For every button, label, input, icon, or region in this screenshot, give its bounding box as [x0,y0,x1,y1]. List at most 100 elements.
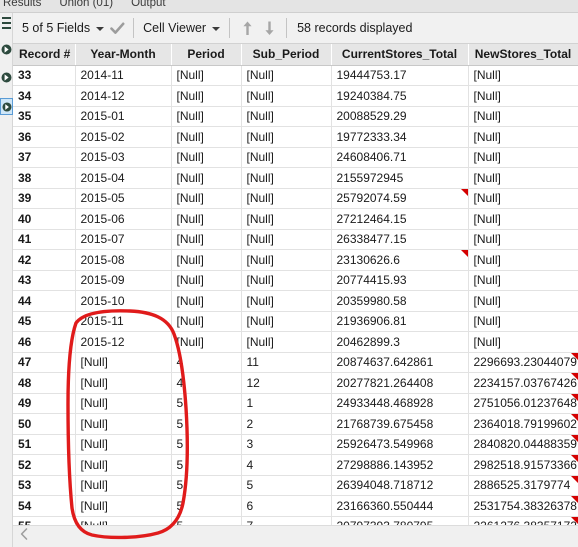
cell-sub_period[interactable]: 3 [241,434,332,455]
cell-period[interactable]: 5 [171,495,242,517]
cell-current_total[interactable]: 26338477.15 [331,229,469,250]
cell-new_total[interactable]: [Null] [468,229,578,250]
table-row[interactable]: 43 2015-09 [Null] [Null] 20774415.93 [Null] [13,270,578,291]
table-row[interactable]: 50 [Null] 5 2 21768739.675458 2364018.7919960… [13,413,578,435]
chevron-right-icon[interactable] [0,41,13,58]
row-number-cell[interactable]: 37 [13,147,76,168]
row-number-cell[interactable]: 38 [13,167,76,189]
cell-sub_period[interactable]: [Null] [241,126,332,148]
cell-current_total[interactable]: 19772333.34 [331,126,469,148]
cell-current_total[interactable]: 20088529.29 [331,106,469,127]
cell-new_total[interactable]: [Null] [468,126,578,148]
tab-union-01[interactable]: Union (01) [50,0,122,12]
cell-sub_period[interactable]: [Null] [241,311,332,332]
arrow-down-icon[interactable] [258,13,280,43]
cell-year_month[interactable]: [Null] [75,475,172,496]
cell-period[interactable]: [Null] [171,188,242,209]
cell-period[interactable]: 5 [171,475,242,496]
cell-year_month[interactable]: 2015-11 [75,311,172,332]
row-number-cell[interactable]: 35 [13,106,76,127]
cell-period[interactable]: [Null] [171,65,242,86]
hamburger-icon[interactable] [2,17,11,33]
cell-current_total[interactable]: 27298886.143952 [331,454,469,476]
data-grid[interactable]: Record # Year-Month Period Sub_Period Cu… [13,44,578,547]
cell-sub_period[interactable]: [Null] [241,65,332,86]
row-number-cell[interactable]: 53 [13,475,76,496]
cell-sub_period[interactable]: [Null] [241,85,332,107]
cell-period[interactable]: [Null] [171,270,242,291]
table-row[interactable]: 51 [Null] 5 3 25926473.549968 2840820.0448835… [13,434,578,455]
cell-sub_period[interactable]: 1 [241,393,332,414]
cell-year_month[interactable]: [Null] [75,495,172,517]
cell-new_total[interactable]: 2886525.3179774 [468,475,578,496]
cell-year_month[interactable]: 2015-06 [75,208,172,230]
row-number-cell[interactable]: 36 [13,126,76,148]
cell-current_total[interactable]: 21768739.675458 [331,413,469,435]
cell-current_total[interactable]: 25792074.59 [331,188,469,209]
cell-period[interactable]: [Null] [171,85,242,107]
cell-new_total[interactable]: [Null] [468,208,578,230]
cell-year_month[interactable]: 2015-09 [75,270,172,291]
cell-period[interactable]: 4 [171,352,242,373]
cell-new_total[interactable]: 2751056.01237648 [468,393,578,414]
cell-new_total[interactable]: [Null] [468,106,578,127]
cell-period[interactable]: 5 [171,393,242,414]
chevron-left-icon[interactable] [18,527,31,546]
table-row[interactable]: 54 [Null] 5 6 23166360.550444 2531754.3832637… [13,495,578,517]
cell-sub_period[interactable]: 2 [241,413,332,435]
tab-results[interactable]: Results [0,0,50,12]
row-number-cell[interactable]: 44 [13,290,76,312]
cell-year_month[interactable]: 2015-10 [75,290,172,312]
table-row[interactable]: 48 [Null] 4 12 20277821.264408 2234157.037674… [13,372,578,394]
cell-new_total[interactable]: 2531754.38326378 [468,495,578,517]
cell-current_total[interactable]: 26394048.718712 [331,475,469,496]
cell-sub_period[interactable]: 12 [241,372,332,394]
row-number-cell[interactable]: 43 [13,270,76,291]
cell-year_month[interactable]: [Null] [75,393,172,414]
row-number-cell[interactable]: 52 [13,454,76,476]
row-number-cell[interactable]: 51 [13,434,76,455]
table-row[interactable]: 33 2014-11 [Null] [Null] 19444753.17 [Null] [13,65,578,86]
fields-selector[interactable]: 5 of 5 Fields [19,13,107,43]
cell-period[interactable]: [Null] [171,126,242,148]
cell-year_month[interactable]: [Null] [75,454,172,476]
cell-period[interactable]: 5 [171,454,242,476]
cell-current_total[interactable]: 19444753.17 [331,65,469,86]
column-header-record[interactable]: Record # [13,44,76,66]
cell-period[interactable]: [Null] [171,290,242,312]
cell-current_total[interactable]: 23166360.550444 [331,495,469,517]
row-number-cell[interactable]: 46 [13,331,76,353]
table-row[interactable]: 46 2015-12 [Null] [Null] 20462899.3 [Null] [13,331,578,353]
table-row[interactable]: 52 [Null] 5 4 27298886.143952 2982518.9157336… [13,454,578,476]
table-row[interactable]: 36 2015-02 [Null] [Null] 19772333.34 [Null] [13,126,578,148]
cell-sub_period[interactable]: 5 [241,475,332,496]
table-row[interactable]: 39 2015-05 [Null] [Null] 25792074.59 [Null] [13,188,578,209]
cell-year_month[interactable]: 2015-05 [75,188,172,209]
row-number-cell[interactable]: 50 [13,413,76,435]
cell-new_total[interactable]: [Null] [468,167,578,189]
cell-period[interactable]: [Null] [171,106,242,127]
table-row[interactable]: 49 [Null] 5 1 24933448.468928 2751056.0123764… [13,393,578,414]
tab-output[interactable]: Output [122,0,175,12]
chevron-down-icon[interactable] [93,13,107,43]
cell-sub_period[interactable]: [Null] [241,229,332,250]
cell-new_total[interactable]: 2296693.23044079 [468,352,578,373]
table-row[interactable]: 37 2015-03 [Null] [Null] 24608406.71 [Null] [13,147,578,168]
cell-period[interactable]: 5 [171,413,242,435]
table-row[interactable]: 44 2015-10 [Null] [Null] 20359980.58 [Null] [13,290,578,312]
cell-year_month[interactable]: 2015-03 [75,147,172,168]
cell-new_total[interactable]: [Null] [468,311,578,332]
cell-sub_period[interactable]: [Null] [241,106,332,127]
cell-sub_period[interactable]: [Null] [241,331,332,353]
cell-period[interactable]: [Null] [171,311,242,332]
cell-new_total[interactable]: 2982518.91573366 [468,454,578,476]
table-row[interactable]: 42 2015-08 [Null] [Null] 23130626.6 [Null] [13,249,578,271]
row-number-cell[interactable]: 33 [13,65,76,86]
cell-new_total[interactable]: [Null] [468,270,578,291]
checkmark-icon[interactable] [107,13,127,43]
cell-year_month[interactable]: 2015-12 [75,331,172,353]
cell-current_total[interactable]: 20277821.264408 [331,372,469,394]
cell-sub_period[interactable]: [Null] [241,147,332,168]
cell-new_total[interactable]: [Null] [468,188,578,209]
cell-current_total[interactable]: 19240384.75 [331,85,469,107]
